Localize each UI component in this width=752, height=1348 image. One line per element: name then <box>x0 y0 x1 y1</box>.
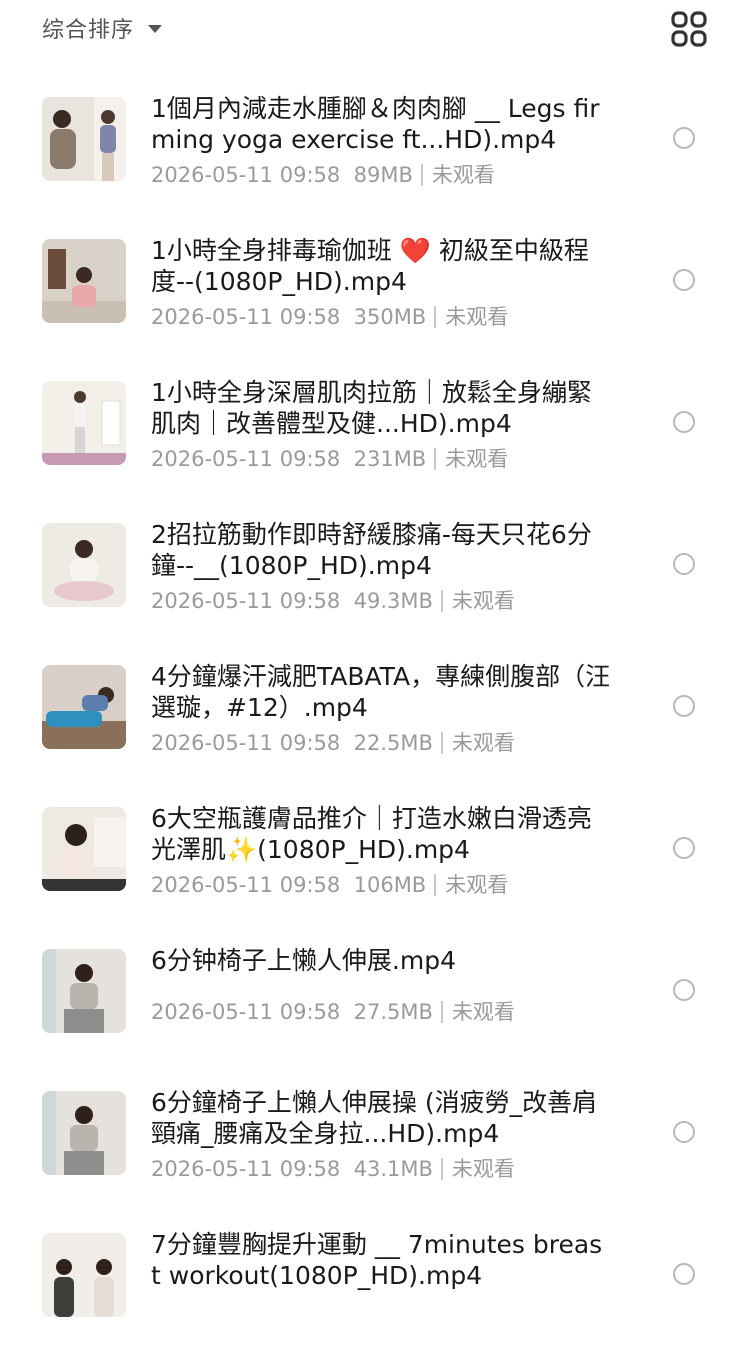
top-toolbar: 综合排序 <box>0 0 752 58</box>
caret-down-icon <box>148 25 163 33</box>
video-thumbnail <box>42 807 126 891</box>
video-thumbnail <box>42 1233 126 1317</box>
video-thumbnail <box>42 1091 126 1175</box>
file-date: 2026-05-11 09:58 <box>151 163 341 187</box>
file-date: 2026-05-11 09:58 <box>151 873 341 897</box>
video-thumbnail <box>42 381 126 465</box>
file-title: 1小時全身排毒瑜伽班 ❤️ 初級至中級程度--(1080P_HD).mp4 <box>151 236 589 296</box>
divider <box>440 1001 443 1023</box>
video-thumbnail <box>42 523 126 607</box>
list-item[interactable]: 7分鐘豐胸提升運動 __ 7minutes breast workout(108… <box>0 1206 752 1348</box>
watch-status: 未观看 <box>451 1157 515 1181</box>
file-title: 1小時全身深層肌肉拉筋｜放鬆全身繃緊肌肉｜改善體型及健...HD).mp4 <box>151 378 592 438</box>
list-item[interactable]: 6大空瓶護膚品推介｜打造水嫩白滑透亮光澤肌✨(1080P_HD).mp4 202… <box>0 780 752 922</box>
file-meta: 2026-05-11 09:58 89MB 未观看 <box>151 159 495 189</box>
watch-status: 未观看 <box>445 305 509 329</box>
file-meta: 2026-05-11 09:58 22.5MB 未观看 <box>151 727 515 757</box>
divider <box>420 164 423 186</box>
select-radio[interactable] <box>673 553 695 575</box>
video-thumbnail <box>42 665 126 749</box>
file-size: 231MB <box>353 447 427 471</box>
sort-dropdown[interactable]: 综合排序 <box>42 12 163 44</box>
select-radio[interactable] <box>673 269 695 291</box>
select-radio[interactable] <box>673 1263 695 1285</box>
divider <box>434 448 437 470</box>
divider <box>440 1158 443 1180</box>
list-item[interactable]: 2招拉筋動作即時舒緩膝痛-每天只花6分鐘--__(1080P_HD).mp4 2… <box>0 496 752 638</box>
divider <box>434 306 437 328</box>
list-item[interactable]: 1小時全身深層肌肉拉筋｜放鬆全身繃緊肌肉｜改善體型及健...HD).mp4 20… <box>0 354 752 496</box>
list-item[interactable]: 1個月內減走水腫腳＆肉肉腳 __ Legs firming yoga exerc… <box>0 70 752 212</box>
file-title: 6分鐘椅子上懶人伸展操 (消疲勞_改善肩頸痛_腰痛及全身拉...HD).mp4 <box>151 1088 598 1148</box>
file-meta: 2026-05-11 09:58 231MB 未观看 <box>151 443 508 473</box>
select-radio[interactable] <box>673 127 695 149</box>
watch-status: 未观看 <box>451 589 515 613</box>
file-meta: 2026-05-11 09:58 27.5MB 未观看 <box>151 996 515 1026</box>
file-size: 22.5MB <box>353 731 433 755</box>
watch-status: 未观看 <box>451 1000 515 1024</box>
file-size: 49.3MB <box>353 589 433 613</box>
video-thumbnail <box>42 949 126 1033</box>
sort-label: 综合排序 <box>42 18 135 43</box>
file-title: 1個月內減走水腫腳＆肉肉腳 __ Legs firming yoga exerc… <box>151 94 600 154</box>
file-size: 350MB <box>353 305 427 329</box>
watch-status: 未观看 <box>445 447 509 471</box>
file-size: 89MB <box>353 163 413 187</box>
file-title: 6大空瓶護膚品推介｜打造水嫩白滑透亮光澤肌✨(1080P_HD).mp4 <box>151 804 592 864</box>
list-item[interactable]: 1小時全身排毒瑜伽班 ❤️ 初級至中級程度--(1080P_HD).mp4 20… <box>0 212 752 354</box>
video-thumbnail <box>42 97 126 181</box>
file-title: 4分鐘爆汗減肥TABATA，專練側腹部（汪選璇，#12）.mp4 <box>151 662 611 722</box>
file-size: 43.1MB <box>353 1157 433 1181</box>
file-title: 6分钟椅子上懒人伸展.mp4 <box>151 946 456 975</box>
file-size: 106MB <box>353 873 427 897</box>
divider <box>440 590 443 612</box>
divider <box>434 874 437 896</box>
grid-view-icon[interactable] <box>670 10 708 48</box>
file-date: 2026-05-11 09:58 <box>151 731 341 755</box>
video-file-list: 1個月內減走水腫腳＆肉肉腳 __ Legs firming yoga exerc… <box>0 70 752 1348</box>
file-date: 2026-05-11 09:58 <box>151 1000 341 1024</box>
select-radio[interactable] <box>673 411 695 433</box>
file-title: 2招拉筋動作即時舒緩膝痛-每天只花6分鐘--__(1080P_HD).mp4 <box>151 520 592 580</box>
watch-status: 未观看 <box>431 163 495 187</box>
list-item[interactable]: 6分鐘椅子上懶人伸展操 (消疲勞_改善肩頸痛_腰痛及全身拉...HD).mp4 … <box>0 1064 752 1206</box>
file-meta: 2026-05-11 09:58 49.3MB 未观看 <box>151 585 515 615</box>
list-item[interactable]: 4分鐘爆汗減肥TABATA，專練側腹部（汪選璇，#12）.mp4 2026-05… <box>0 638 752 780</box>
file-date: 2026-05-11 09:58 <box>151 305 341 329</box>
file-title: 7分鐘豐胸提升運動 __ 7minutes breast workout(108… <box>151 1230 603 1290</box>
file-meta: 2026-05-11 09:58 350MB 未观看 <box>151 301 508 331</box>
file-meta: 2026-05-11 09:58 43.1MB 未观看 <box>151 1153 515 1183</box>
select-radio[interactable] <box>673 695 695 717</box>
file-size: 27.5MB <box>353 1000 433 1024</box>
watch-status: 未观看 <box>451 731 515 755</box>
file-meta: 2026-05-11 09:58 106MB 未观看 <box>151 869 508 899</box>
watch-status: 未观看 <box>445 873 509 897</box>
file-date: 2026-05-11 09:58 <box>151 447 341 471</box>
video-thumbnail <box>42 239 126 323</box>
file-date: 2026-05-11 09:58 <box>151 589 341 613</box>
divider <box>440 732 443 754</box>
select-radio[interactable] <box>673 837 695 859</box>
select-radio[interactable] <box>673 1121 695 1143</box>
list-item[interactable]: 6分钟椅子上懒人伸展.mp4 2026-05-11 09:58 27.5MB 未观… <box>0 922 752 1064</box>
select-radio[interactable] <box>673 979 695 1001</box>
file-date: 2026-05-11 09:58 <box>151 1157 341 1181</box>
